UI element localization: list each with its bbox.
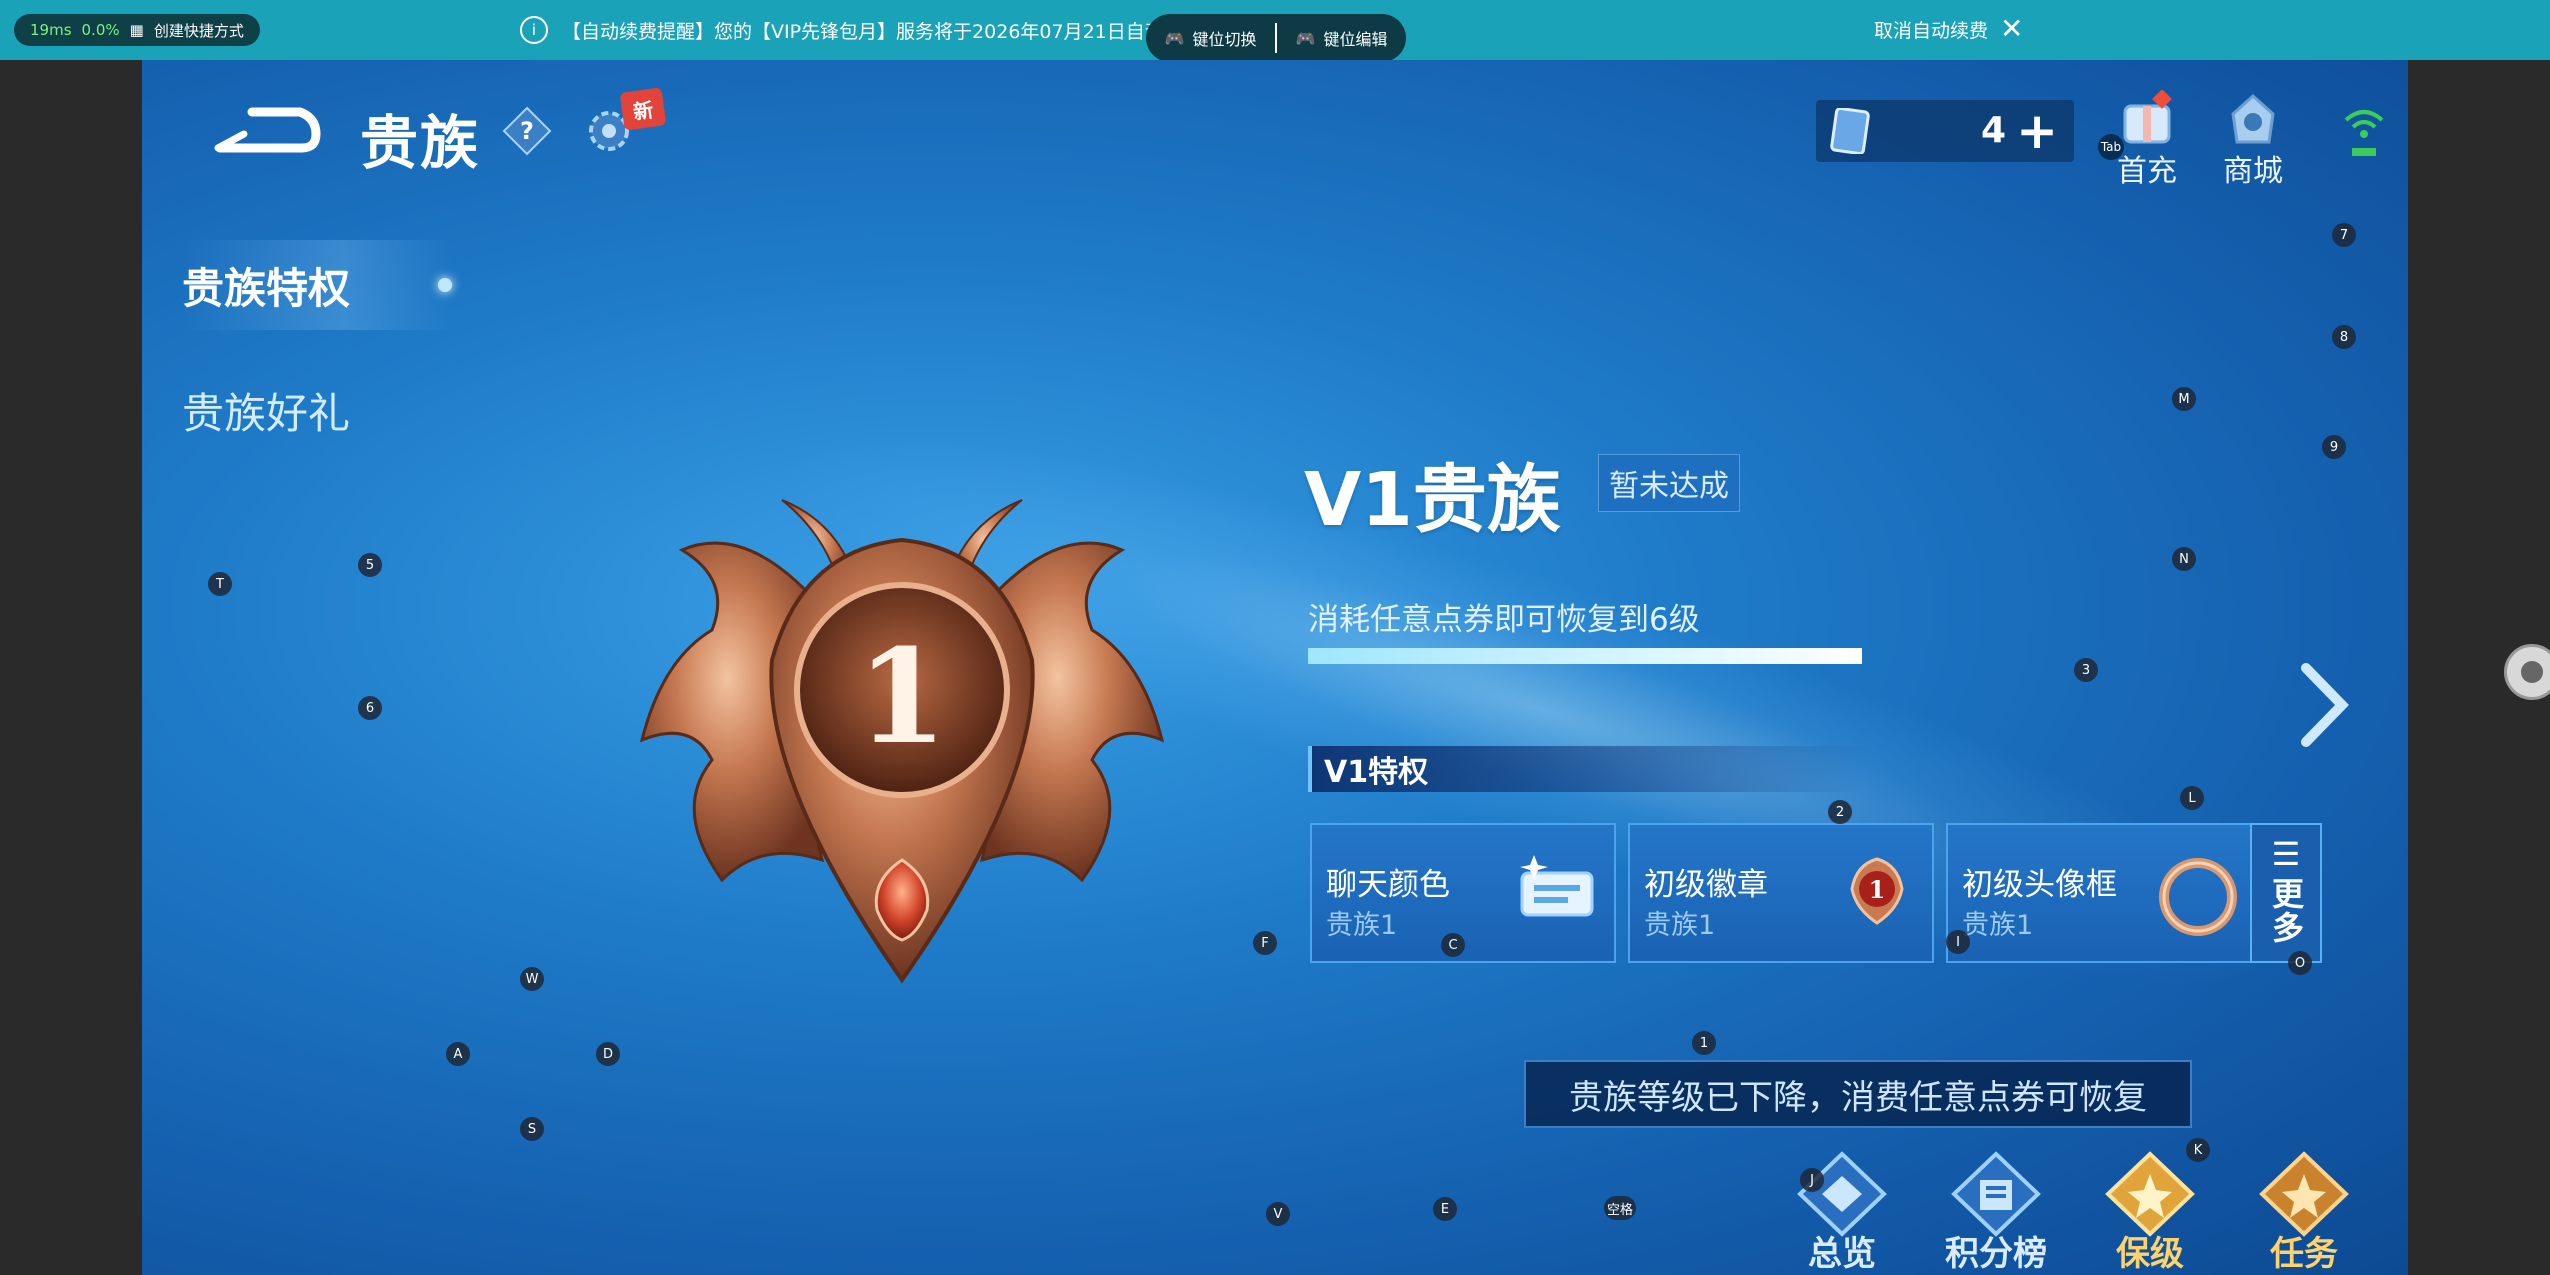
card-name: 初级头像框 <box>1962 867 2117 903</box>
key-marker[interactable]: D <box>596 1042 620 1066</box>
svg-text:1: 1 <box>1869 875 1886 904</box>
key-marker[interactable]: 8 <box>2332 325 2356 349</box>
nav-keep-level-label: 保级 <box>2116 1234 2184 1274</box>
nav-leaderboard-button[interactable]: 积分榜 <box>1936 1150 2056 1275</box>
level-drop-tip: 贵族等级已下降，消费任意点券可恢复 <box>1524 1060 2192 1128</box>
shortcut-icon: ▦ <box>129 21 144 39</box>
restore-progress-bar <box>1308 648 1862 664</box>
noble-emblem: 1 <box>639 499 1165 984</box>
emblem-level-number: 1 <box>857 620 947 773</box>
privilege-heading: V1特权 <box>1308 746 1868 792</box>
next-arrow-icon[interactable] <box>2292 660 2352 750</box>
key-edit-label: 键位编辑 <box>1323 30 1388 49</box>
packet-loss-text: 0.0% <box>81 21 120 39</box>
tab-noble-privilege[interactable]: 贵族特权 <box>182 240 452 330</box>
coupon-count: 4 <box>1980 110 2006 151</box>
key-marker[interactable]: J <box>1800 1168 1824 1192</box>
card-name: 聊天颜色 <box>1326 867 1450 903</box>
key-marker[interactable]: T <box>208 572 232 596</box>
performance-pill[interactable]: 19ms 0.0% ▦ 创建快捷方式 <box>14 14 260 46</box>
nav-tasks-button[interactable]: 任务 <box>2244 1150 2364 1275</box>
key-marker[interactable]: K <box>2186 1138 2210 1162</box>
key-marker[interactable]: S <box>520 1117 544 1141</box>
tab-noble-gift[interactable]: 贵族好礼 <box>182 380 350 441</box>
first-charge-label: 首充 <box>2117 154 2177 189</box>
key-marker[interactable]: A <box>446 1042 470 1066</box>
cancel-auto-renew-link[interactable]: 取消自动续费 <box>1874 16 1988 43</box>
svg-text:?: ? <box>520 117 534 145</box>
tab-key-marker: Tab <box>2098 134 2124 160</box>
status-badge: 暂未达成 <box>1598 454 1740 512</box>
key-marker[interactable]: N <box>2172 547 2196 571</box>
key-marker[interactable]: V <box>1266 1202 1290 1226</box>
close-icon[interactable]: ✕ <box>2000 12 2023 46</box>
more-label: 更多 <box>2267 877 2305 945</box>
key-marker[interactable]: 3 <box>2074 658 2098 682</box>
nav-overview-button[interactable]: 总览 <box>1782 1150 1902 1275</box>
gamepad-icon: 🎮 <box>1295 28 1316 48</box>
card-name: 初级徽章 <box>1644 867 1768 903</box>
key-marker[interactable]: I <box>1946 930 1970 954</box>
key-marker[interactable]: M <box>2172 387 2196 411</box>
new-badge: 新 <box>619 87 667 131</box>
key-marker[interactable]: E <box>1433 1197 1457 1221</box>
key-marker[interactable]: 2 <box>1828 800 1852 824</box>
key-marker[interactable]: 7 <box>2332 223 2356 247</box>
latency-text: 19ms <box>30 21 72 39</box>
more-privileges-button[interactable]: ☰ 更多 <box>2250 823 2322 963</box>
key-marker[interactable]: 5 <box>358 553 382 577</box>
list-icon: ☰ <box>2271 835 2301 873</box>
active-tab-indicator <box>438 278 452 292</box>
help-icon[interactable]: ? <box>502 106 552 156</box>
shop-button[interactable]: 商城 <box>2208 90 2298 190</box>
nav-leaderboard-label: 积分榜 <box>1945 1234 2047 1274</box>
noble-level-title: V1贵族 <box>1304 457 1561 543</box>
key-control-pill: 🎮 键位切换 🎮 键位编辑 <box>1146 14 1406 62</box>
wifi-signal-icon <box>2344 110 2384 156</box>
coupon-balance: 4 + <box>1816 100 2074 162</box>
nav-tasks-label: 任务 <box>2270 1234 2338 1274</box>
key-edit-button[interactable]: 🎮 键位编辑 <box>1277 26 1406 50</box>
info-icon: i <box>520 16 548 44</box>
nav-overview-label: 总览 <box>1808 1234 1876 1274</box>
avatar-frame-icon <box>2159 858 2237 936</box>
key-switch-button[interactable]: 🎮 键位切换 <box>1146 26 1275 50</box>
key-marker[interactable]: 9 <box>2322 435 2346 459</box>
chat-bubble-icon <box>1520 855 1594 917</box>
page-title: 贵族 <box>360 109 481 177</box>
shop-icon <box>2231 93 2275 144</box>
privilege-card-junior-avatar-frame[interactable]: 初级头像框 贵族1 <box>1946 823 2252 963</box>
back-arrow-icon[interactable] <box>212 100 322 160</box>
key-marker[interactable]: 6 <box>358 696 382 720</box>
card-level: 贵族1 <box>1962 910 2034 941</box>
tab-noble-privilege-label: 贵族特权 <box>182 263 351 313</box>
privilege-card-junior-badge[interactable]: 初级徽章 贵族1 1 <box>1628 823 1934 963</box>
key-marker[interactable]: F <box>1253 931 1277 955</box>
shop-label: 商城 <box>2223 154 2283 189</box>
key-marker[interactable]: L <box>2180 786 2204 810</box>
key-marker[interactable]: C <box>1441 933 1465 957</box>
create-shortcut-label: 创建快捷方式 <box>153 21 244 40</box>
add-coupon-button[interactable]: + <box>2016 106 2058 156</box>
gamepad-icon: 🎮 <box>1164 28 1185 48</box>
coupon-icon <box>1830 108 1870 154</box>
key-marker[interactable]: 1 <box>1692 1031 1716 1055</box>
card-level: 贵族1 <box>1644 910 1716 941</box>
key-marker[interactable]: 空格 <box>1604 1196 1637 1220</box>
game-view: 贵族 ? 新 贵族特权 贵族好礼 1 4 + 首充 Tab 商城 V1贵族 暂未… <box>142 60 2408 1275</box>
card-level: 贵族1 <box>1326 910 1398 941</box>
restore-hint: 消耗任意点券即可恢复到6级 <box>1308 602 1700 638</box>
badge-icon: 1 <box>1850 857 1904 925</box>
floating-button-core <box>2521 661 2543 683</box>
key-marker[interactable]: W <box>520 967 544 991</box>
progress-fill <box>1308 648 1862 664</box>
key-switch-label: 键位切换 <box>1192 30 1257 49</box>
nav-keep-level-button[interactable]: 保级 <box>2090 1150 2210 1275</box>
key-marker[interactable]: O <box>2288 951 2312 975</box>
floating-assistant-button[interactable] <box>2504 644 2550 700</box>
gift-box-icon <box>2123 90 2172 144</box>
